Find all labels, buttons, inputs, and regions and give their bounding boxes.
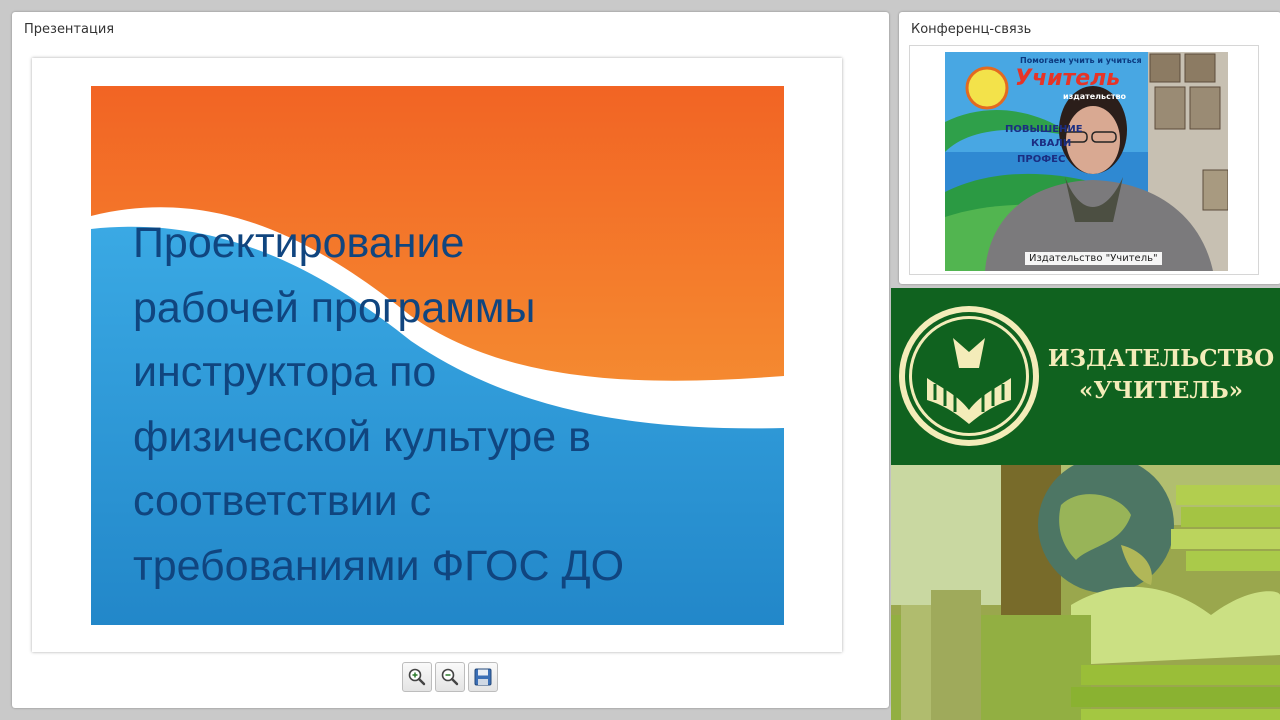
banner-line-3: ПРОФЕС [1017,154,1066,165]
zoom-in-button[interactable] [402,662,432,692]
zoom-out-button[interactable] [435,662,465,692]
slide-frame: Проектирование рабочей программы инструк… [32,58,842,652]
conference-panel: Конференц-связь Помогаем учить и учиться… [899,12,1280,284]
zoom-in-icon [408,668,426,686]
banner-slogan: Помогаем учить и учиться [1020,56,1142,65]
webcam-video[interactable]: Помогаем учить и учиться Учитель издател… [945,52,1228,271]
banner-line-1: ПОВЫШЕНИЕ [1005,124,1083,135]
slide: Проектирование рабочей программы инструк… [91,86,784,625]
video-caption: Издательство "Учитель" [1025,252,1162,265]
presentation-toolbar [402,662,498,694]
presentation-title: Презентация [24,22,115,37]
video-frame: Помогаем учить и учиться Учитель издател… [909,45,1259,275]
slide-title: Проектирование рабочей программы инструк… [133,219,625,590]
conference-title: Конференц-связь [911,22,1032,37]
publisher-banner: ИЗДАТЕЛЬСТВО «УЧИТЕЛЬ» [891,288,1280,465]
presentation-panel: Презентация Проектирование рабочей прогр… [12,12,889,708]
books-globe-image [891,465,1280,720]
save-button[interactable] [468,662,498,692]
save-icon [474,668,492,686]
banner-line-2: КВАЛИ [1031,138,1072,149]
zoom-out-icon [441,668,459,686]
banner-brand: Учитель [1015,66,1121,91]
decorative-image [891,465,1280,720]
publisher-name: ИЗДАТЕЛЬСТВО «УЧИТЕЛЬ» [1047,345,1275,404]
banner-sub: издательство [1063,92,1127,101]
